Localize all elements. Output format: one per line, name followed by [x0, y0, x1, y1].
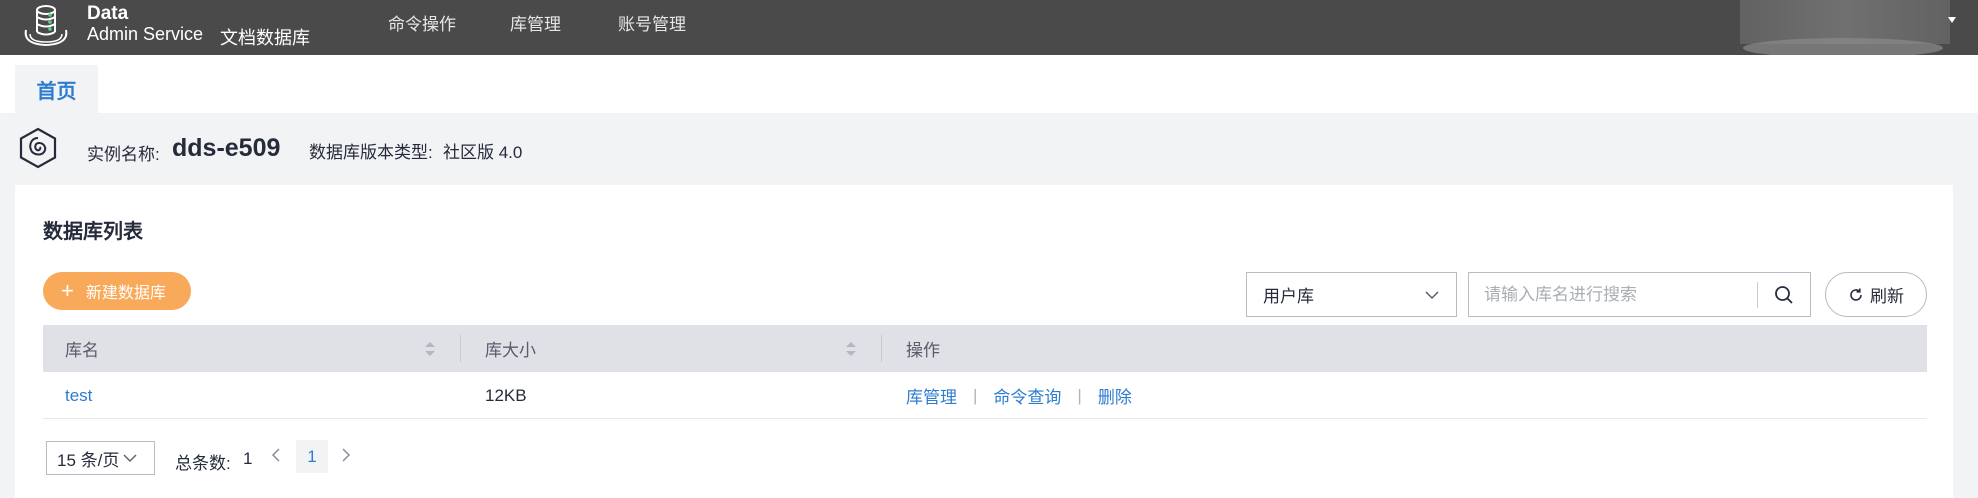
db-version-value: 社区版 4.0 — [443, 143, 523, 162]
table-row: test 12KB 库管理 | 命令查询 | 删除 — [43, 372, 1927, 419]
chevron-down-icon — [123, 454, 137, 462]
total-count-label: 总条数: — [175, 454, 231, 473]
row-actions: 库管理 | 命令查询 | 删除 — [906, 372, 1132, 419]
column-divider — [881, 335, 882, 362]
top-navigation-bar: Data Admin Service 文档数据库 命令操作 库管理 账号管理 — [0, 0, 1978, 58]
action-divider: | — [973, 385, 978, 405]
plus-icon: + — [61, 278, 74, 303]
refresh-label: 刷新 — [1870, 287, 1904, 306]
instance-name-label: 实例名称: — [87, 145, 160, 164]
column-header-actions: 操作 — [906, 341, 940, 360]
sort-icon[interactable] — [424, 339, 436, 359]
instance-name: dds-e509 — [172, 134, 281, 162]
table-header: 库名 库大小 操作 — [43, 325, 1927, 372]
column-divider — [460, 335, 461, 362]
product-name: 文档数据库 — [220, 28, 310, 48]
user-account-menu[interactable] — [1740, 0, 1950, 58]
database-name-link[interactable]: test — [65, 372, 92, 419]
caret-down-icon[interactable] — [1948, 17, 1956, 23]
page-size-select[interactable]: 15 条/页 — [46, 441, 155, 475]
nav-command-operation[interactable]: 命令操作 — [388, 10, 456, 35]
mongodb-hexagon-icon — [19, 127, 57, 169]
total-count: 1 — [243, 449, 253, 468]
db-type-select[interactable]: 用户库 — [1246, 272, 1457, 317]
sort-icon[interactable] — [845, 339, 857, 359]
column-header-name[interactable]: 库名 — [65, 325, 99, 372]
database-stack-icon — [24, 5, 68, 47]
chevron-left-icon — [271, 448, 280, 462]
refresh-button[interactable]: 刷新 — [1825, 272, 1927, 317]
page-number-current[interactable]: 1 — [296, 440, 328, 473]
db-version-label: 数据库版本类型: — [309, 143, 433, 162]
card-title: 数据库列表 — [43, 221, 143, 243]
search-icon — [1775, 285, 1793, 304]
chevron-right-icon — [342, 448, 351, 462]
brand-name: Data Admin Service — [87, 3, 204, 45]
manage-database-link[interactable]: 库管理 — [906, 383, 957, 408]
tab-strip: 首页 — [0, 55, 1978, 113]
database-search-box — [1468, 272, 1811, 317]
new-database-button[interactable]: + 新建数据库 — [43, 272, 191, 310]
next-page-button[interactable] — [341, 447, 351, 468]
db-type-select-value: 用户库 — [1263, 287, 1314, 306]
action-divider: | — [1077, 385, 1082, 405]
search-button[interactable] — [1758, 273, 1810, 316]
chevron-down-icon — [1425, 290, 1439, 299]
column-header-size[interactable]: 库大小 — [485, 325, 536, 372]
new-database-label: 新建数据库 — [85, 285, 166, 302]
command-query-link[interactable]: 命令查询 — [993, 383, 1061, 408]
refresh-icon — [1850, 288, 1862, 301]
search-input[interactable] — [1469, 273, 1757, 316]
page-size-value: 15 条/页 — [57, 450, 120, 470]
database-size: 12KB — [485, 385, 527, 405]
delete-link[interactable]: 删除 — [1098, 383, 1132, 408]
brand-line-1: Data — [87, 3, 129, 24]
tab-home[interactable]: 首页 — [15, 65, 98, 113]
brand-line-2: Admin Service — [87, 24, 204, 44]
previous-page-button[interactable] — [271, 447, 281, 468]
database-list-card: 数据库列表 + 新建数据库 用户库 刷新 库名 库大 — [15, 185, 1953, 498]
nav-database-management[interactable]: 库管理 — [510, 10, 561, 35]
nav-account-management[interactable]: 账号管理 — [618, 10, 686, 35]
